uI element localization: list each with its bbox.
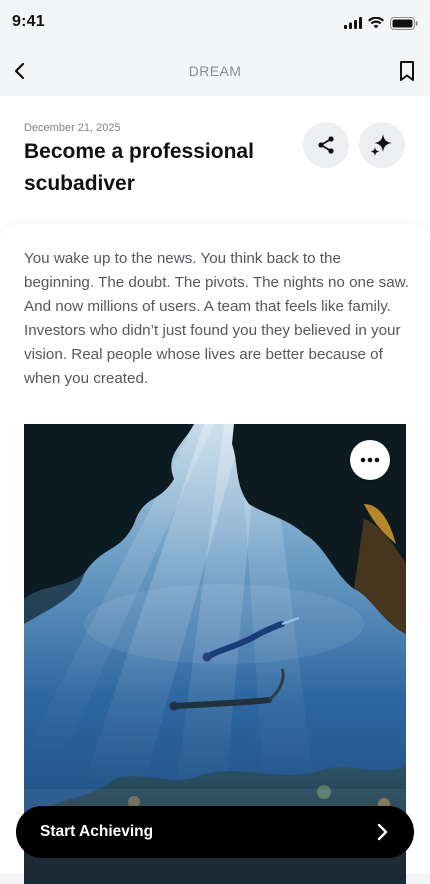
- image-more-button[interactable]: [350, 440, 390, 480]
- wifi-icon: [368, 17, 384, 29]
- dream-date: December 21, 2025: [24, 122, 121, 134]
- share-button[interactable]: [303, 122, 349, 168]
- nav-title: DREAM: [188, 63, 242, 79]
- ai-assist-button[interactable]: [359, 122, 405, 168]
- status-icons: [344, 14, 418, 32]
- story-text: You wake up to the news. You think back …: [24, 250, 410, 387]
- dream-header: December 21, 2025 Become a professional …: [0, 96, 430, 236]
- start-achieving-button[interactable]: Start Achieving: [16, 806, 414, 858]
- status-bar: 9:41: [0, 0, 430, 46]
- cta-label: Start Achieving: [40, 823, 154, 840]
- story-card: You wake up to the news. You think back …: [0, 224, 430, 884]
- share-icon: [318, 136, 334, 154]
- bookmark-button[interactable]: [396, 59, 418, 83]
- nav-bar: DREAM: [0, 46, 430, 96]
- chevron-right-icon: [377, 823, 388, 841]
- battery-icon: [390, 16, 418, 30]
- status-time: 9:41: [12, 13, 45, 30]
- more-horizontal-icon: [360, 457, 380, 463]
- dream-title: Become a professional scubadiver: [24, 140, 254, 195]
- sparkle-icon: [370, 134, 392, 156]
- bookmark-icon: [400, 61, 414, 81]
- signal-icon: [344, 17, 362, 29]
